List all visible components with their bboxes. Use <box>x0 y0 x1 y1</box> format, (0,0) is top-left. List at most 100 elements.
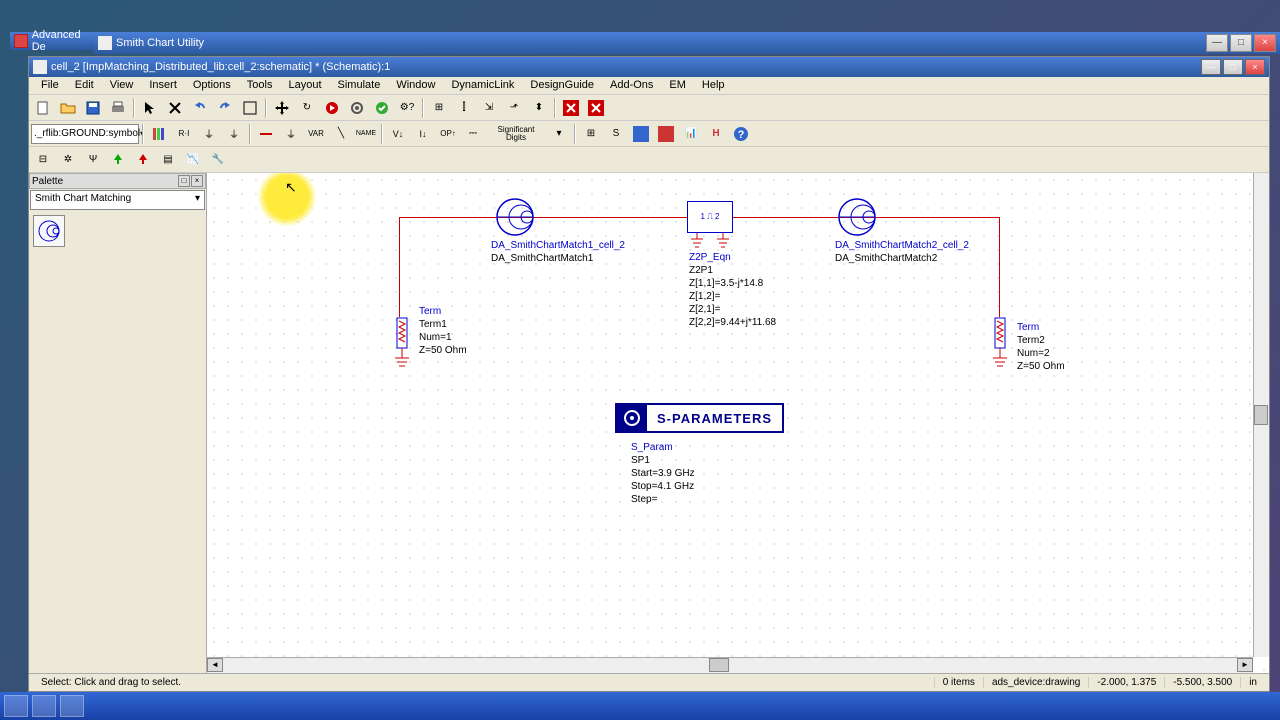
hier-icon[interactable]: ⬍ <box>527 97 551 119</box>
menu-options[interactable]: Options <box>185 77 239 94</box>
zoom-all-icon[interactable] <box>238 97 262 119</box>
utility-window-titlebar[interactable]: Smith Chart Utility — □ × <box>94 32 1280 54</box>
t3-window-icon[interactable]: ▤ <box>156 149 180 171</box>
smith-chart-component-icon[interactable] <box>33 215 65 247</box>
red-tool-icon[interactable] <box>654 123 678 145</box>
align-icon[interactable]: ⫿ <box>452 97 476 119</box>
name-icon[interactable]: NAME <box>354 123 378 145</box>
palette-category-combo[interactable]: Smith Chart Matching <box>30 190 205 210</box>
smithmatch2-label[interactable]: DA_SmithChartMatch2_cell_2 DA_SmithChart… <box>835 239 969 265</box>
pop-icon[interactable]: ⬏ <box>502 97 526 119</box>
close-button[interactable]: × <box>1254 34 1276 52</box>
move-icon[interactable] <box>270 97 294 119</box>
term1-label[interactable]: Term Term1 Num=1 Z=50 Ohm <box>419 305 467 357</box>
palette-header[interactable]: Palette □ × <box>29 173 206 189</box>
maximize-button[interactable]: □ <box>1230 34 1252 52</box>
delete-icon[interactable] <box>163 97 187 119</box>
horizontal-scrollbar[interactable]: ◄ ► <box>207 657 1253 673</box>
opt-icon[interactable]: OP↑ <box>436 123 460 145</box>
t3-tree-red-icon[interactable] <box>131 149 155 171</box>
t3-1-icon[interactable]: ⊟ <box>31 149 55 171</box>
minimize-button[interactable]: — <box>1206 34 1228 52</box>
gear-icon[interactable] <box>345 97 369 119</box>
help-icon[interactable]: ? <box>729 123 753 145</box>
new-icon[interactable] <box>31 97 55 119</box>
z2p-label[interactable]: Z2P_Eqn Z2P1 Z[1,1]=3.5-j*14.8 Z[1,2]= Z… <box>689 251 776 329</box>
taskbar[interactable] <box>0 692 1280 720</box>
open-icon[interactable] <box>56 97 80 119</box>
simulate-icon[interactable] <box>320 97 344 119</box>
palette-pin-icon[interactable]: □ <box>178 175 190 187</box>
current-icon[interactable]: I↓ <box>411 123 435 145</box>
menu-addons[interactable]: Add-Ons <box>602 77 661 94</box>
check-icon[interactable] <box>370 97 394 119</box>
taskbar-item[interactable] <box>60 695 84 717</box>
menu-view[interactable]: View <box>102 77 142 94</box>
menu-layout[interactable]: Layout <box>280 77 329 94</box>
red-x-icon[interactable] <box>559 97 583 119</box>
menu-edit[interactable]: Edit <box>67 77 102 94</box>
menu-simulate[interactable]: Simulate <box>330 77 389 94</box>
sch-maximize-button[interactable]: □ <box>1223 59 1243 75</box>
menu-window[interactable]: Window <box>388 77 443 94</box>
term2-label[interactable]: Term Term2 Num=2 Z=50 Ohm <box>1017 321 1065 373</box>
tune-icon[interactable]: ⚙? <box>395 97 419 119</box>
blue-tool-icon[interactable] <box>629 123 653 145</box>
library-icon[interactable] <box>147 123 171 145</box>
term1-component[interactable] <box>387 313 417 386</box>
schematic-titlebar[interactable]: cell_2 [ImpMatching_Distributed_lib:cell… <box>29 57 1269 77</box>
sch-close-button[interactable]: × <box>1245 59 1265 75</box>
rotate-icon[interactable]: ↻ <box>295 97 319 119</box>
layout-icon[interactable]: ⊞ <box>579 123 603 145</box>
sparam-component[interactable]: S-PARAMETERS <box>615 403 784 433</box>
t3-tree-up-icon[interactable] <box>106 149 130 171</box>
smithmatch1-label[interactable]: DA_SmithChartMatch1_cell_2 DA_SmithChart… <box>491 239 625 265</box>
snap-icon[interactable]: ⊞ <box>427 97 451 119</box>
menu-tools[interactable]: Tools <box>239 77 281 94</box>
pointer-icon[interactable] <box>138 97 162 119</box>
menu-insert[interactable]: Insert <box>141 77 185 94</box>
taskbar-item[interactable] <box>4 695 28 717</box>
menu-help[interactable]: Help <box>694 77 733 94</box>
sigdigits-dropdown[interactable]: ▾ <box>547 123 571 145</box>
wire[interactable] <box>999 217 1000 317</box>
term2-component[interactable] <box>985 313 1015 386</box>
s-icon[interactable]: S <box>604 123 628 145</box>
t3-gear-icon[interactable]: ✲ <box>56 149 80 171</box>
red-x2-icon[interactable] <box>584 97 608 119</box>
smithmatch1-component[interactable] <box>495 197 535 240</box>
menu-designguide[interactable]: DesignGuide <box>522 77 602 94</box>
z2p-component[interactable]: 1 ⎍ 2 <box>687 201 733 233</box>
wire-icon[interactable] <box>254 123 278 145</box>
sigdigits-label[interactable]: Significant Digits <box>486 123 546 145</box>
menu-file[interactable]: File <box>33 77 67 94</box>
h-icon[interactable]: H <box>704 123 728 145</box>
menu-em[interactable]: EM <box>661 77 694 94</box>
plot-icon[interactable]: 📊 <box>679 123 703 145</box>
ground-down-icon[interactable]: ⏚ <box>197 123 221 145</box>
var-icon[interactable]: VAR <box>304 123 328 145</box>
dc-icon[interactable]: ⎓ <box>461 123 485 145</box>
palette-close-icon[interactable]: × <box>191 175 203 187</box>
ground-up-icon[interactable]: ⏚ <box>222 123 246 145</box>
print-icon[interactable] <box>106 97 130 119</box>
sch-minimize-button[interactable]: — <box>1201 59 1221 75</box>
name-wire-icon[interactable]: ╲ <box>329 123 353 145</box>
voltage-icon[interactable]: V↓ <box>386 123 410 145</box>
vertical-scrollbar[interactable] <box>1253 173 1269 657</box>
menu-dynamiclink[interactable]: DynamicLink <box>443 77 522 94</box>
t3-tool-icon[interactable]: 🔧 <box>206 149 230 171</box>
redo-icon[interactable] <box>213 97 237 119</box>
schematic-canvas[interactable]: ↖ Term Term1 Num=1 Z=50 O <box>207 173 1269 673</box>
resistor-icon[interactable]: R·I <box>172 123 196 145</box>
smithmatch2-component[interactable] <box>837 197 877 240</box>
sparam-label[interactable]: S_Param SP1 Start=3.9 GHz Stop=4.1 GHz S… <box>631 441 695 506</box>
push-icon[interactable]: ⇲ <box>477 97 501 119</box>
component-combo[interactable]: ._rflib:GROUND:symbol <box>31 124 139 144</box>
t3-fork-icon[interactable]: Ψ <box>81 149 105 171</box>
taskbar-item[interactable] <box>32 695 56 717</box>
t3-chart-icon[interactable]: 📉 <box>181 149 205 171</box>
ground-icon[interactable]: ⏚ <box>279 123 303 145</box>
save-icon[interactable] <box>81 97 105 119</box>
wire[interactable] <box>399 217 400 317</box>
